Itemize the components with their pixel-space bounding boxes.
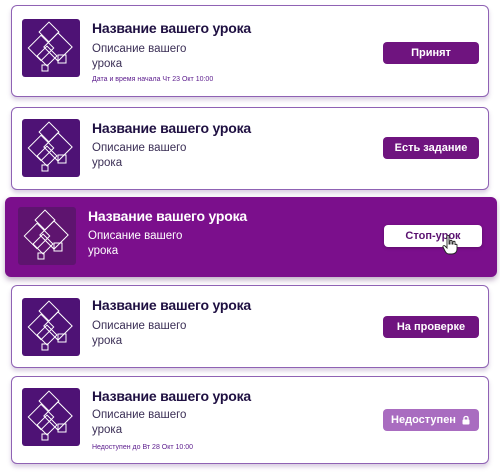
lesson-card[interactable]: Название вашего урока Описание вашего ур… <box>11 376 489 464</box>
status-button-unavailable: Недоступен <box>383 409 479 431</box>
lesson-description: Описание вашего урока <box>92 409 187 436</box>
status-button-under-review[interactable]: На проверке <box>383 316 479 338</box>
lesson-title: Название вашего урока <box>92 388 252 404</box>
lesson-description: Описание вашего урока <box>88 230 183 257</box>
lesson-title: Название вашего урока <box>92 20 252 36</box>
lesson-thumbnail-icon <box>22 119 80 177</box>
lesson-description: Описание вашего урока <box>92 142 187 169</box>
unavailable-label: Недоступен <box>391 414 456 426</box>
status-button-accepted[interactable]: Принят <box>383 42 479 64</box>
lesson-card[interactable]: Название вашего урока Описание вашего ур… <box>11 285 489 368</box>
hand-pointer-icon <box>442 235 458 255</box>
lesson-unavailable-until: Недоступен до Вт 28 Окт 10:00 <box>92 444 194 451</box>
lesson-card-active[interactable]: Название вашего урока Описание вашего ур… <box>5 197 497 277</box>
lesson-title: Название вашего урока <box>88 208 248 224</box>
lesson-title: Название вашего урока <box>92 297 252 313</box>
lesson-thumbnail-icon <box>22 19 80 77</box>
stop-lesson-button[interactable]: Стоп-урок <box>384 225 482 247</box>
lesson-description: Описание вашего урока <box>92 320 187 347</box>
lesson-thumbnail-icon <box>22 298 80 356</box>
lock-icon <box>462 415 470 425</box>
lesson-card[interactable]: Название вашего урока Описание вашего ур… <box>11 5 489 97</box>
lesson-description: Описание вашего урока <box>92 43 187 70</box>
lesson-title: Название вашего урока <box>92 120 252 136</box>
lesson-card[interactable]: Название вашего урока Описание вашего ур… <box>11 107 489 190</box>
lesson-thumbnail-icon <box>22 388 80 446</box>
lesson-thumbnail-icon <box>18 207 76 265</box>
status-button-has-task[interactable]: Есть задание <box>383 137 479 159</box>
lesson-start-time: Дата и время начала Чт 23 Окт 10:00 <box>92 76 214 83</box>
